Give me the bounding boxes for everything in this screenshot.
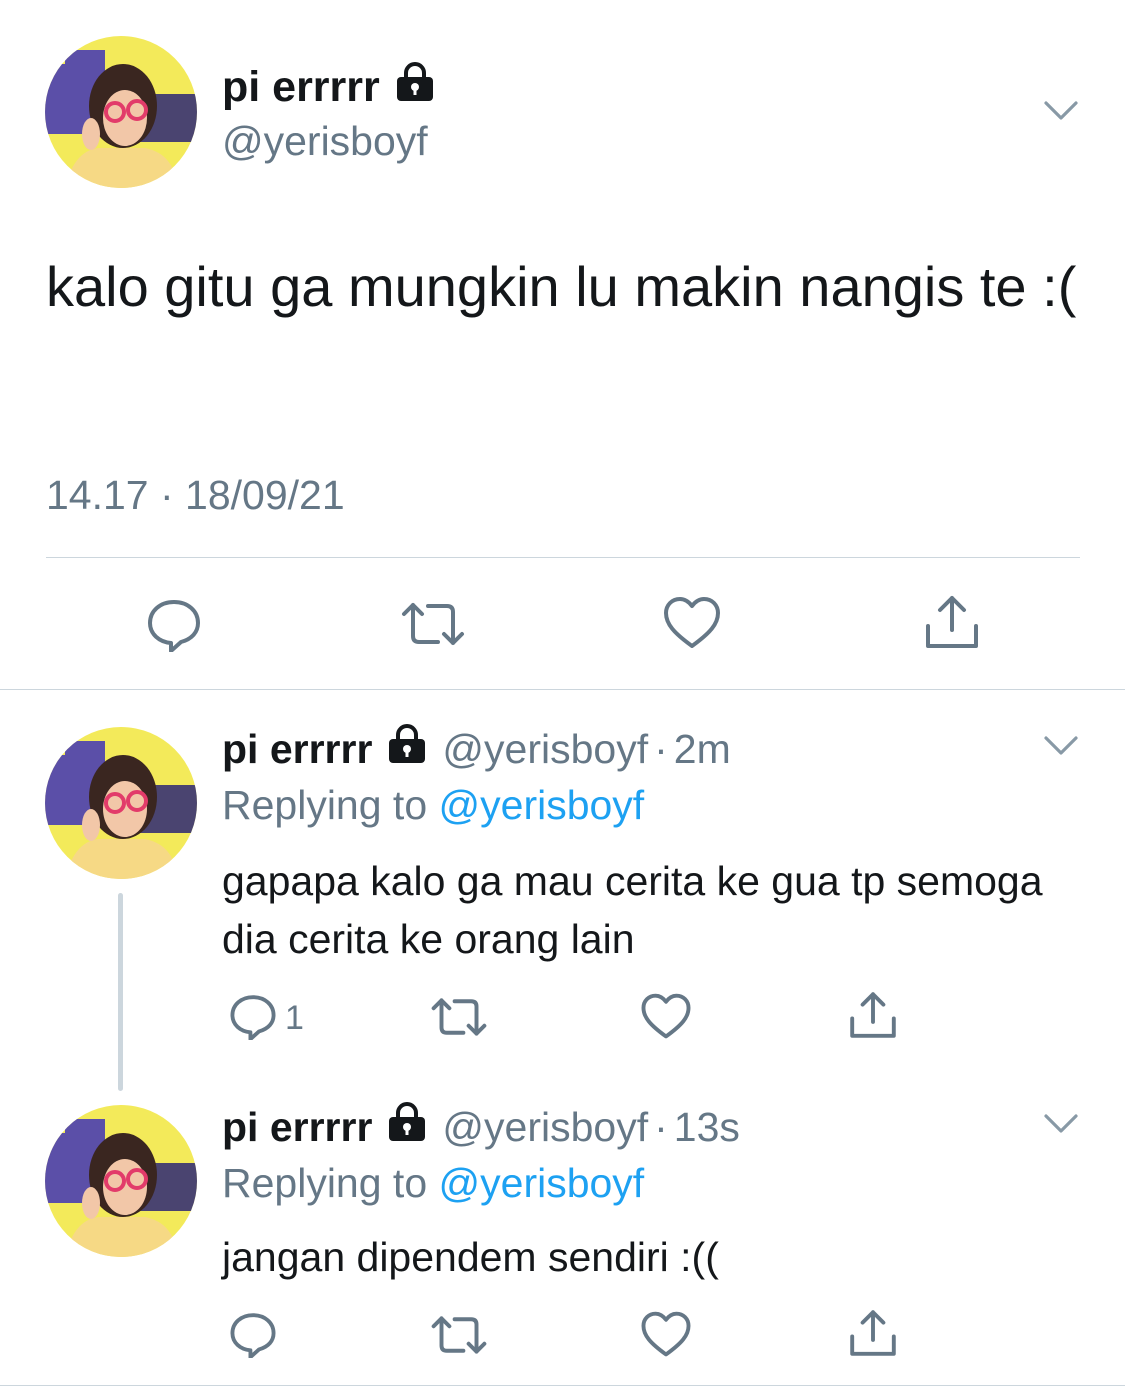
reply-icon	[146, 596, 202, 657]
retweet-button[interactable]	[430, 996, 488, 1043]
mention-link[interactable]: @yerisboyf	[439, 1160, 645, 1206]
replying-prefix: Replying to	[222, 782, 439, 828]
reply-header: pi errrrr @yerisboyf · 2m	[222, 724, 731, 774]
chevron-down-icon[interactable]	[1043, 100, 1079, 127]
share-icon	[847, 1307, 899, 1364]
thread-connector-line	[118, 893, 123, 1091]
separator-dot: ·	[654, 1103, 668, 1150]
retweet-icon	[430, 1314, 488, 1361]
handle[interactable]: @yerisboyf	[442, 1104, 648, 1151]
retweet-icon	[430, 996, 488, 1043]
lock-icon	[386, 724, 428, 774]
replying-prefix: Replying to	[222, 1160, 439, 1206]
display-name[interactable]: pi errrrr	[222, 62, 436, 113]
avatar[interactable]	[45, 1105, 197, 1257]
replying-to: Replying to @yerisboyf	[222, 782, 644, 829]
share-button[interactable]	[847, 989, 899, 1046]
reply-text: gapapa kalo ga mau cerita ke gua tp semo…	[222, 858, 1043, 962]
like-button[interactable]	[640, 1311, 692, 1363]
separator-dot: ·	[654, 725, 668, 772]
share-button[interactable]	[922, 592, 982, 657]
share-button[interactable]	[847, 1307, 899, 1364]
reply-text: jangan dipendem sendiri :((	[222, 1234, 719, 1280]
like-button[interactable]	[662, 596, 722, 655]
reply-count: 1	[285, 999, 304, 1037]
like-icon	[640, 1311, 692, 1363]
like-icon	[662, 596, 722, 655]
retweet-button[interactable]	[400, 600, 466, 653]
lock-icon	[394, 62, 436, 113]
tweet-timestamp[interactable]: 14.17 · 18/09/21	[46, 472, 345, 519]
avatar[interactable]	[45, 36, 197, 188]
divider	[0, 1385, 1125, 1386]
handle[interactable]: @yerisboyf	[222, 118, 428, 165]
replying-to: Replying to @yerisboyf	[222, 1160, 644, 1207]
handle[interactable]: @yerisboyf	[442, 726, 648, 773]
chevron-down-icon[interactable]	[1043, 1113, 1079, 1140]
mention-link[interactable]: @yerisboyf	[439, 782, 645, 828]
like-button[interactable]	[640, 993, 692, 1045]
reply-button[interactable]: 1	[229, 992, 304, 1045]
like-icon	[640, 993, 692, 1045]
display-name[interactable]: pi errrrr	[222, 726, 372, 773]
reply-icon	[229, 1310, 277, 1363]
display-name[interactable]: pi errrrr	[222, 1104, 372, 1151]
reply-button[interactable]	[229, 1310, 277, 1363]
divider	[46, 557, 1080, 558]
display-name-text[interactable]: pi errrrr	[222, 63, 380, 112]
tweet-text: kalo gitu ga mungkin lu makin nangis te …	[46, 255, 1077, 318]
share-icon	[922, 592, 982, 657]
retweet-icon	[400, 600, 466, 653]
share-icon	[847, 989, 899, 1046]
retweet-button[interactable]	[430, 1314, 488, 1361]
avatar[interactable]	[45, 727, 197, 879]
divider	[0, 689, 1125, 690]
reply-time[interactable]: 13s	[674, 1104, 740, 1151]
reply-icon	[229, 992, 277, 1045]
reply-header: pi errrrr @yerisboyf · 13s	[222, 1102, 740, 1152]
reply-button[interactable]	[146, 596, 202, 657]
chevron-down-icon[interactable]	[1043, 735, 1079, 762]
reply-time[interactable]: 2m	[674, 726, 731, 773]
lock-icon	[386, 1102, 428, 1152]
